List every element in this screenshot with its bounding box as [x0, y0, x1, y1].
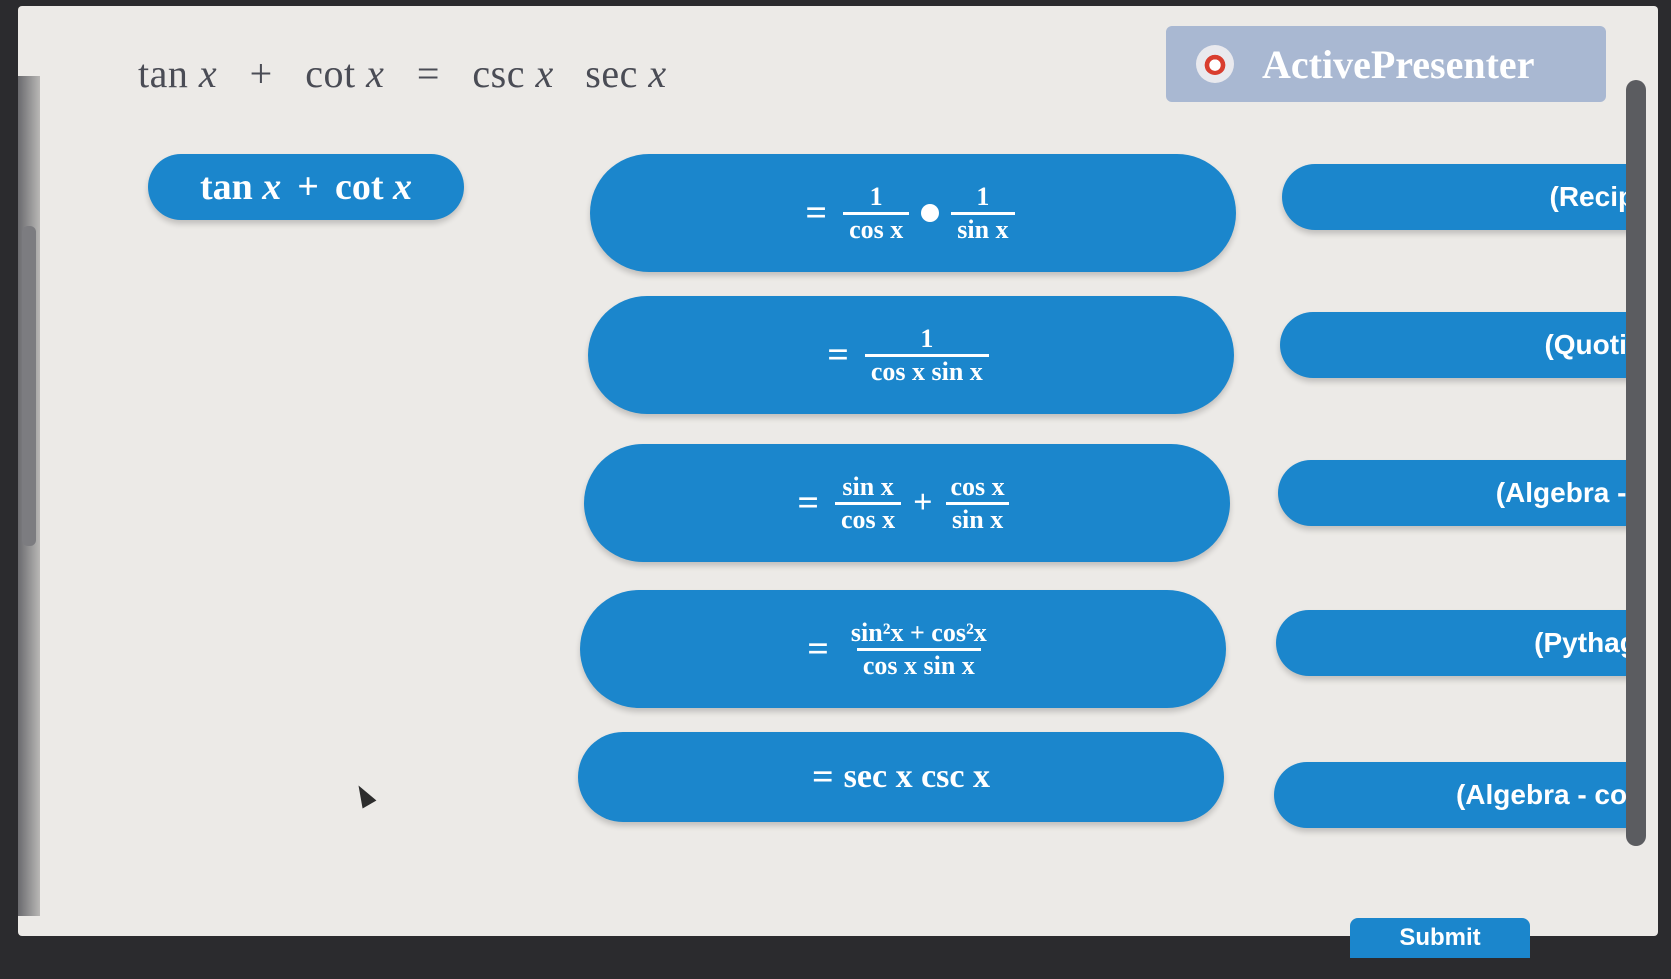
brand-banner: ActivePresenter [1166, 26, 1606, 102]
step-expression: sec x csc x [843, 758, 990, 795]
submit-button[interactable]: Submit [1350, 918, 1530, 958]
step-pill-3[interactable]: = sin x cos x + cos x sin x [584, 444, 1230, 562]
reason-pill-3[interactable]: (Algebra - sepa [1278, 460, 1638, 526]
numerator: 1 [920, 323, 934, 353]
fraction: 1 cos x [843, 181, 910, 245]
multiply-dot-icon [921, 204, 940, 222]
fraction: sin²x + cos²x cos x sin x [845, 618, 993, 681]
reason-label: (Pythagorea [1534, 627, 1636, 658]
source-expression-pill[interactable]: tan x + cot x [148, 154, 464, 220]
reason-pill-2[interactable]: (Quotient ic [1280, 312, 1640, 378]
numerator: sin²x + cos²x [850, 617, 987, 647]
var-x: x [262, 166, 282, 208]
plus-sign: + [297, 166, 319, 208]
term-cot: cot [334, 166, 384, 208]
screen: tan x + cot x = csc x sec x ActivePresen… [18, 6, 1658, 936]
equals-sign: = [797, 482, 819, 524]
term-sec: sec [585, 51, 638, 96]
step-pill-2[interactable]: = 1 cos x sin x [588, 296, 1234, 414]
var-x: x [392, 166, 412, 208]
step-pill-4[interactable]: = sin²x + cos²x cos x sin x [580, 590, 1226, 708]
activepresenter-logo-icon [1196, 45, 1234, 83]
step-pill-5[interactable]: = sec x csc x [578, 732, 1224, 822]
reason-pill-1[interactable]: (Reciprocal [1282, 164, 1642, 230]
equals-sign: = [807, 628, 829, 670]
fraction: sin x cos x [834, 471, 902, 535]
reason-pill-5[interactable]: (Algebra - commo [1274, 762, 1634, 828]
denominator: cos x [834, 501, 902, 535]
var-x: x [648, 51, 667, 96]
plus-sign: + [249, 51, 273, 96]
identity-statement: tan x + cot x = csc x sec x [138, 50, 667, 97]
fraction: cos x sin x [945, 472, 1011, 535]
step-pill-1[interactable]: = 1 cos x 1 sin x [590, 154, 1236, 272]
equals-sign: = [416, 51, 440, 96]
numerator: 1 [869, 181, 883, 211]
mouse-cursor-icon [351, 781, 377, 809]
numerator: cos x [950, 471, 1005, 501]
plus-sign: + [913, 484, 933, 521]
var-x: x [198, 51, 218, 96]
reason-pill-4[interactable]: (Pythagorea [1276, 610, 1636, 676]
denominator: sin x [951, 211, 1015, 245]
denominator: sin x [945, 501, 1010, 535]
denominator: cos x sin x [864, 353, 989, 387]
denominator: cos x [843, 211, 910, 245]
var-x: x [535, 51, 554, 96]
reason-label: (Algebra - sepa [1495, 477, 1638, 508]
term-cot: cot [305, 51, 356, 96]
numerator: 1 [976, 181, 990, 211]
var-x: x [366, 51, 385, 96]
reason-label: (Algebra - commo [1455, 779, 1634, 810]
equals-sign: = [805, 192, 828, 234]
numerator: sin x [842, 471, 894, 501]
term-csc: csc [472, 51, 525, 96]
equals-sign: = [812, 756, 834, 798]
term-tan: tan [200, 166, 253, 208]
brand-name: ActivePresenter [1262, 41, 1535, 87]
denominator: cos x sin x [856, 647, 981, 681]
vertical-scrollbar[interactable] [1626, 80, 1646, 846]
left-scroll-knob [22, 226, 36, 546]
left-edge-strip [18, 76, 40, 916]
equals-sign: = [827, 334, 849, 376]
fraction: 1 cos x sin x [864, 323, 989, 387]
term-tan: tan [138, 51, 189, 96]
fraction: 1 sin x [951, 181, 1015, 245]
